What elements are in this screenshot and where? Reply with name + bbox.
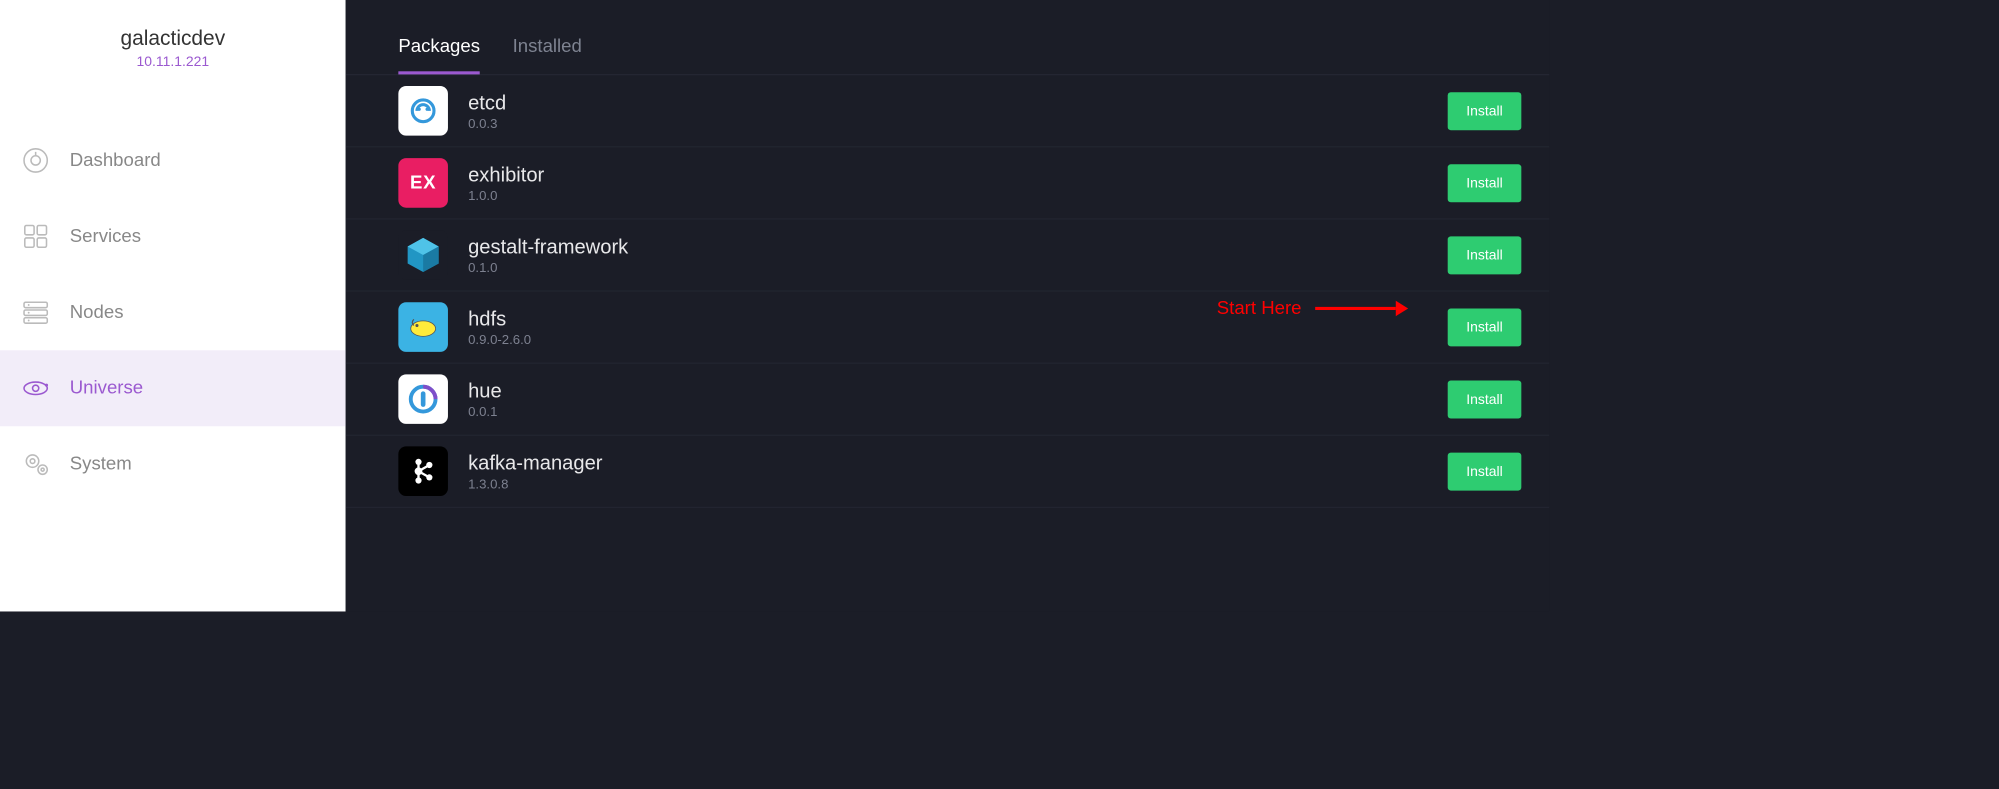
package-version: 1.0.0: [468, 188, 1448, 204]
package-version: 0.9.0-2.6.0: [468, 332, 1448, 348]
package-row-gestalt-framework[interactable]: gestalt-framework 0.1.0 Install: [346, 219, 1550, 291]
install-button[interactable]: Install: [1448, 452, 1522, 490]
package-info: hue 0.0.1: [468, 379, 1448, 420]
tab-installed[interactable]: Installed: [513, 36, 582, 75]
hue-icon: [398, 374, 448, 424]
sidebar-item-system[interactable]: System: [0, 426, 346, 502]
tab-packages[interactable]: Packages: [398, 36, 480, 75]
exhibitor-icon: EX: [398, 158, 448, 208]
package-row-hdfs[interactable]: hdfs 0.9.0-2.6.0 Install: [346, 291, 1550, 363]
package-name: hue: [468, 379, 1448, 403]
sidebar-item-dashboard[interactable]: Dashboard: [0, 122, 346, 198]
package-row-etcd[interactable]: etcd 0.0.3 Install: [346, 75, 1550, 147]
package-info: hdfs 0.9.0-2.6.0: [468, 307, 1448, 348]
services-icon: [22, 222, 50, 250]
package-info: kafka-manager 1.3.0.8: [468, 451, 1448, 492]
package-info: etcd 0.0.3: [468, 90, 1448, 131]
install-button[interactable]: Install: [1448, 92, 1522, 130]
dashboard-icon: [22, 146, 50, 174]
sidebar-item-nodes[interactable]: Nodes: [0, 274, 346, 350]
package-name: etcd: [468, 90, 1448, 114]
sidebar-item-label: Universe: [70, 377, 143, 399]
kafka-manager-icon: [398, 446, 448, 496]
install-button[interactable]: Install: [1448, 380, 1522, 418]
sidebar-item-label: System: [70, 453, 132, 475]
package-version: 1.3.0.8: [468, 476, 1448, 492]
main-content: Packages Installed etcd 0.0.3 Install EX…: [346, 0, 1550, 611]
install-button[interactable]: Install: [1448, 236, 1522, 274]
package-info: exhibitor 1.0.0: [468, 162, 1448, 203]
package-name: kafka-manager: [468, 451, 1448, 475]
package-version: 0.0.1: [468, 404, 1448, 420]
package-list: etcd 0.0.3 Install EX exhibitor 1.0.0 In…: [346, 75, 1550, 611]
package-row-kafka-manager[interactable]: kafka-manager 1.3.0.8 Install: [346, 436, 1550, 508]
cluster-name: galacticdev: [0, 26, 346, 50]
install-button[interactable]: Install: [1448, 308, 1522, 346]
package-name: hdfs: [468, 307, 1448, 331]
package-row-hue[interactable]: hue 0.0.1 Install: [346, 363, 1550, 435]
package-version: 0.0.3: [468, 116, 1448, 132]
universe-icon: [22, 374, 50, 402]
sidebar-item-label: Dashboard: [70, 150, 161, 172]
tabs: Packages Installed: [346, 0, 1550, 75]
sidebar-header: galacticdev 10.11.1.221: [0, 0, 346, 93]
sidebar-item-label: Nodes: [70, 301, 124, 323]
sidebar-item-universe[interactable]: Universe: [0, 350, 346, 426]
system-icon: [22, 450, 50, 478]
install-button[interactable]: Install: [1448, 164, 1522, 202]
sidebar-item-services[interactable]: Services: [0, 198, 346, 274]
cluster-ip[interactable]: 10.11.1.221: [0, 53, 346, 69]
etcd-icon: [398, 86, 448, 136]
sidebar-nav: Dashboard Services Nodes Universe: [0, 122, 346, 502]
sidebar-item-label: Services: [70, 226, 141, 248]
sidebar: galacticdev 10.11.1.221 Dashboard Servic…: [0, 0, 346, 611]
gestalt-icon: [398, 230, 448, 280]
hdfs-icon: [398, 302, 448, 352]
package-version: 0.1.0: [468, 260, 1448, 276]
package-name: exhibitor: [468, 162, 1448, 186]
package-info: gestalt-framework 0.1.0: [468, 234, 1448, 275]
package-row-exhibitor[interactable]: EX exhibitor 1.0.0 Install: [346, 147, 1550, 219]
package-name: gestalt-framework: [468, 234, 1448, 258]
nodes-icon: [22, 298, 50, 326]
